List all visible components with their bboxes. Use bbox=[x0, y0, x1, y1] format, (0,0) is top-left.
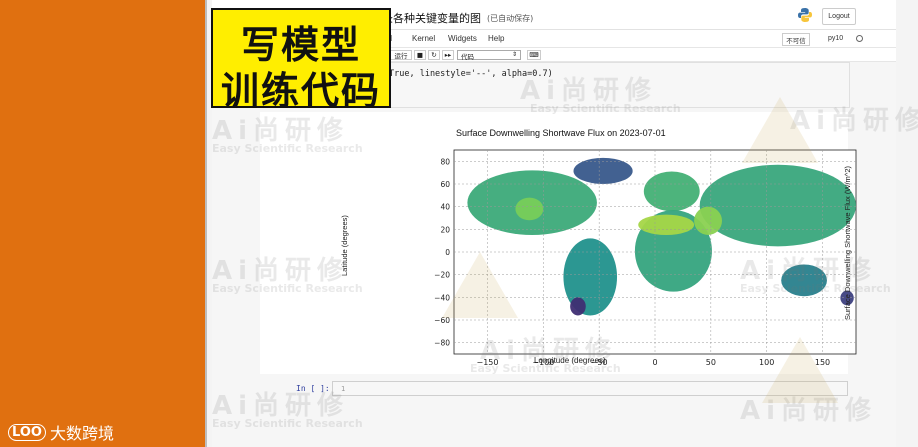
y-axis-label: Latitude (degrees) bbox=[340, 215, 349, 276]
keyboard-icon[interactable]: ⌨ bbox=[527, 50, 541, 60]
kernel-status-icon bbox=[856, 35, 863, 42]
colorbar-label: Surface Downwelling Shortwave Flux (W/m^… bbox=[843, 166, 852, 320]
y-tick-label: −80 bbox=[434, 339, 450, 348]
y-tick-label: 0 bbox=[445, 248, 450, 257]
y-tick-label: −40 bbox=[434, 293, 450, 302]
left-sidebar: LOO 大数跨境 bbox=[0, 0, 205, 447]
x-tick-label: 50 bbox=[706, 358, 716, 367]
kernel-name[interactable]: py10 bbox=[828, 35, 843, 42]
menu-kernel[interactable]: Kernel bbox=[412, 34, 435, 43]
code-cell[interactable]: True, linestyle='--', alpha=0.7) bbox=[382, 62, 850, 108]
banner-line-2: 训练代码 bbox=[220, 69, 381, 113]
trusted-indicator[interactable]: 不可信 bbox=[782, 33, 810, 46]
y-tick-label: 20 bbox=[440, 225, 450, 234]
menu-help[interactable]: Help bbox=[488, 34, 504, 43]
y-tick-label: 60 bbox=[440, 180, 450, 189]
python-logo-icon bbox=[798, 8, 812, 22]
brand-logo-icon: LOO bbox=[8, 423, 46, 441]
x-tick-label: 150 bbox=[815, 358, 830, 367]
line-number: 1 bbox=[341, 385, 346, 393]
notebook-title[interactable]: 录各种关键变量的图 bbox=[382, 10, 481, 26]
cell-type-select[interactable]: 代码 ⇕ bbox=[457, 50, 521, 61]
title-banner: 写模型 训练代码 bbox=[211, 8, 391, 113]
restart-icon[interactable]: ↻ bbox=[428, 50, 440, 60]
stop-icon[interactable]: ■ bbox=[414, 50, 426, 60]
land-region bbox=[573, 157, 633, 184]
menu-widgets[interactable]: Widgets bbox=[448, 34, 477, 43]
land-region bbox=[643, 171, 700, 212]
brand-name: 大数跨境 bbox=[49, 424, 114, 443]
empty-input-cell[interactable]: 1 bbox=[332, 381, 848, 396]
x-tick-label: 0 bbox=[652, 358, 657, 367]
land-region bbox=[515, 197, 544, 221]
logout-button[interactable]: Logout bbox=[822, 8, 856, 25]
run-all-icon[interactable]: ▸▸ bbox=[442, 50, 454, 60]
land-region bbox=[638, 214, 695, 235]
brand-label: LOO 大数跨境 bbox=[8, 420, 114, 444]
land-region bbox=[694, 206, 722, 235]
y-tick-label: −20 bbox=[434, 271, 450, 280]
chevron-down-icon: ⇕ bbox=[511, 51, 517, 58]
land-region bbox=[570, 297, 586, 316]
code-line: True, linestyle='--', alpha=0.7) bbox=[389, 69, 553, 79]
y-tick-label: 40 bbox=[440, 203, 450, 212]
y-tick-label: −60 bbox=[434, 316, 450, 325]
land-region bbox=[699, 164, 856, 247]
x-tick-label: −150 bbox=[477, 358, 499, 367]
land-region bbox=[781, 264, 827, 297]
cell-type-value: 代码 bbox=[461, 53, 474, 61]
run-button[interactable]: 运行 bbox=[390, 50, 412, 60]
x-axis-label: Longitude (degrees) bbox=[534, 356, 606, 365]
input-prompt: In [ ]: bbox=[296, 384, 330, 393]
x-tick-label: 100 bbox=[759, 358, 774, 367]
y-tick-label: 80 bbox=[440, 157, 450, 166]
autosave-status: (已自动保存) bbox=[487, 14, 534, 23]
